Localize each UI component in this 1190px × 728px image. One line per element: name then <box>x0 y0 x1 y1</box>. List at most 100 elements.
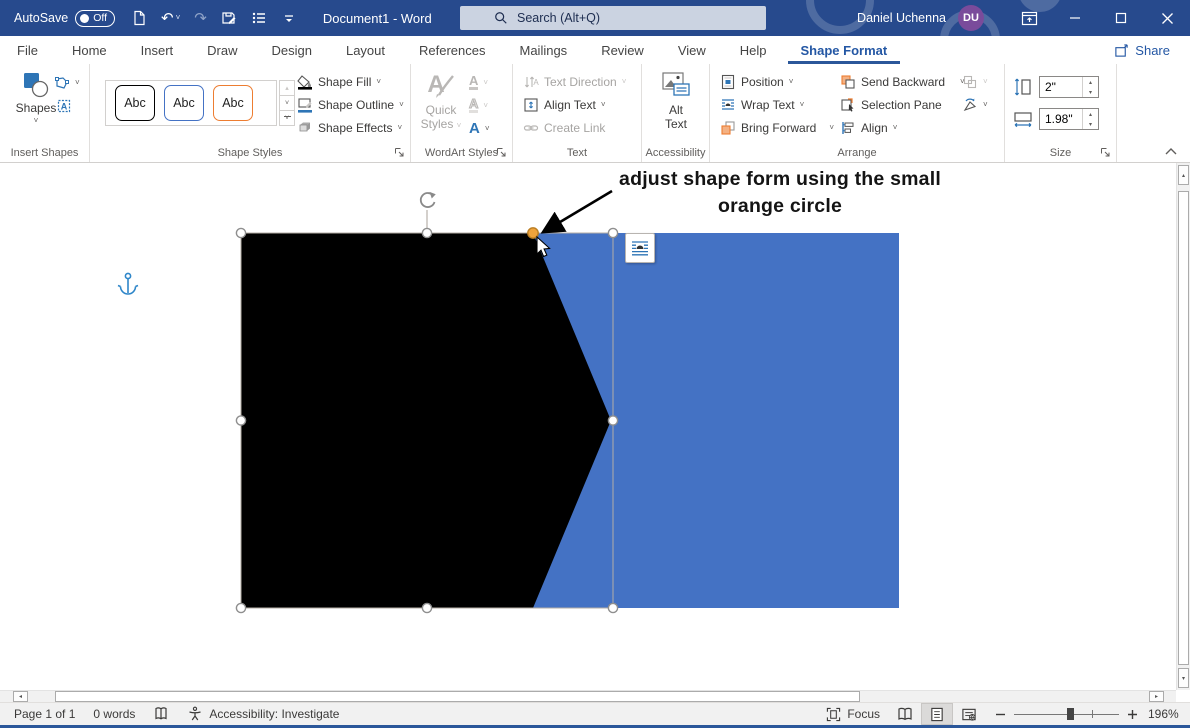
word-count[interactable]: 0 words <box>84 703 144 725</box>
gallery-up-button[interactable]: ▴ <box>279 80 295 96</box>
focus-button[interactable]: Focus <box>817 703 889 725</box>
maximize-button[interactable] <box>1098 0 1144 36</box>
edit-shape-button[interactable]: ˅ <box>54 71 80 94</box>
document-canvas[interactable]: adjust shape form using the small orange… <box>0 163 1176 690</box>
bullet-list-button[interactable] <box>251 10 267 26</box>
layout-options-button[interactable] <box>625 233 655 263</box>
autosave-toggle[interactable]: AutoSave Off <box>14 10 115 27</box>
avatar[interactable]: DU <box>958 5 984 31</box>
tab-draw[interactable]: Draw <box>194 36 250 64</box>
shape-effects-button[interactable]: Shape Effects ˅ <box>297 116 402 139</box>
scroll-up-button[interactable]: ▴ <box>1178 165 1189 185</box>
share-button[interactable]: Share <box>1114 39 1170 62</box>
selection-pane-button[interactable]: Selection Pane <box>840 93 942 116</box>
web-layout-button[interactable] <box>953 703 985 725</box>
tab-design[interactable]: Design <box>259 36 325 64</box>
tab-view[interactable]: View <box>665 36 719 64</box>
shape-style-preset-black[interactable]: Abc <box>115 85 155 121</box>
handle-top-right[interactable] <box>608 228 617 237</box>
accessibility-status[interactable]: Accessibility: Investigate <box>178 703 348 725</box>
gallery-more-button[interactable]: ˅ <box>279 111 295 126</box>
gallery-down-button[interactable]: ˅ <box>279 96 295 111</box>
shape-height-input[interactable] <box>1040 77 1082 97</box>
wordart-dialog-launcher[interactable] <box>496 147 508 159</box>
shapes-button[interactable]: Shapes ˅ <box>12 72 60 125</box>
tab-shape-format[interactable]: Shape Format <box>788 36 901 64</box>
ribbon-display-options-button[interactable] <box>1006 0 1052 36</box>
align-text-button[interactable]: Align Text ˅ <box>523 93 605 116</box>
wrap-text-button[interactable]: Wrap Text ˅ <box>720 93 804 116</box>
zoom-slider[interactable] <box>1014 707 1119 721</box>
zoom-percentage[interactable]: 196% <box>1148 707 1190 721</box>
shape-style-preset-orange[interactable]: Abc <box>213 85 253 121</box>
shape-styles-dialog-launcher[interactable] <box>394 147 406 159</box>
shape-width-input[interactable] <box>1040 109 1082 129</box>
text-effects-button[interactable]: A ˅ <box>469 117 490 140</box>
redo-button[interactable]: ↷ <box>194 11 207 26</box>
text-direction-button[interactable]: A Text Direction ˅ <box>523 70 626 93</box>
tab-review[interactable]: Review <box>588 36 657 64</box>
black-pentagon-shape[interactable] <box>241 233 611 608</box>
horizontal-scroll-thumb[interactable] <box>55 691 860 702</box>
rotate-handle[interactable] <box>421 192 436 207</box>
autosave-pill[interactable]: Off <box>75 10 115 27</box>
shape-style-preset-blue[interactable]: Abc <box>164 85 204 121</box>
zoom-in-button[interactable] <box>1127 709 1138 720</box>
position-button[interactable]: Position ˅ <box>720 70 793 93</box>
tab-references[interactable]: References <box>406 36 498 64</box>
page-indicator[interactable]: Page 1 of 1 <box>0 703 84 725</box>
handle-bottom-middle[interactable] <box>422 603 431 612</box>
handle-bottom-right[interactable] <box>608 603 617 612</box>
proofing-button[interactable] <box>144 703 178 725</box>
collapse-ribbon-button[interactable] <box>1162 144 1180 158</box>
read-mode-button[interactable] <box>889 703 921 725</box>
tab-file[interactable]: File <box>4 36 51 64</box>
save-button[interactable] <box>221 10 237 26</box>
height-down-button[interactable]: ▾ <box>1083 87 1098 97</box>
rotate-button[interactable]: ˅ <box>962 93 988 116</box>
quick-styles-button[interactable]: A Quick Styles ˅ <box>417 70 465 131</box>
width-up-button[interactable]: ▴ <box>1083 109 1098 119</box>
bring-forward-button[interactable]: Bring Forward ˅ <box>720 116 832 139</box>
tab-help[interactable]: Help <box>727 36 780 64</box>
close-button[interactable] <box>1144 0 1190 36</box>
scroll-right-button[interactable]: ▸ <box>1149 691 1164 702</box>
create-link-button[interactable]: Create Link <box>523 116 605 139</box>
zoom-slider-thumb[interactable] <box>1067 708 1074 720</box>
shape-outline-button[interactable]: Shape Outline ˅ <box>297 93 404 116</box>
tab-mailings[interactable]: Mailings <box>507 36 581 64</box>
size-dialog-launcher[interactable] <box>1100 147 1112 159</box>
scroll-left-button[interactable]: ◂ <box>13 691 28 702</box>
scroll-down-button[interactable]: ▾ <box>1178 668 1189 688</box>
text-box-button[interactable]: A <box>56 94 72 117</box>
tab-home[interactable]: Home <box>59 36 120 64</box>
handle-top-middle[interactable] <box>422 228 431 237</box>
search-input[interactable]: Search (Alt+Q) <box>460 6 766 30</box>
group-objects-button[interactable]: ˅ <box>962 70 988 93</box>
undo-button[interactable]: ↶ ˅ <box>161 11 180 26</box>
vertical-scrollbar[interactable]: ▴ ▾ <box>1176 163 1190 690</box>
horizontal-scrollbar[interactable]: ◂ ▸ <box>0 690 1176 702</box>
align-button[interactable]: Align ˅ <box>840 116 897 139</box>
send-backward-button[interactable]: Send Backward ˅ <box>840 70 965 93</box>
text-fill-button[interactable]: A ˅ <box>469 71 488 94</box>
bring-forward-chevron[interactable]: ˅ <box>829 124 834 132</box>
handle-middle-right[interactable] <box>608 416 617 425</box>
minimize-button[interactable] <box>1052 0 1098 36</box>
customize-qat-button[interactable] <box>281 10 297 26</box>
width-down-button[interactable]: ▾ <box>1083 119 1098 129</box>
text-outline-button[interactable]: A ˅ <box>469 94 488 117</box>
undo-dropdown-icon[interactable]: ˅ <box>176 14 181 22</box>
height-up-button[interactable]: ▴ <box>1083 77 1098 87</box>
handle-bottom-left[interactable] <box>236 603 245 612</box>
alt-text-button[interactable]: AltText <box>652 70 700 131</box>
vertical-scroll-thumb[interactable] <box>1178 191 1189 665</box>
handle-middle-left[interactable] <box>236 416 245 425</box>
tab-layout[interactable]: Layout <box>333 36 398 64</box>
print-layout-button[interactable] <box>921 703 953 725</box>
tab-insert[interactable]: Insert <box>128 36 187 64</box>
zoom-out-button[interactable] <box>995 709 1006 720</box>
shape-fill-button[interactable]: Shape Fill ˅ <box>297 70 381 93</box>
handle-top-left[interactable] <box>236 228 245 237</box>
new-document-button[interactable] <box>131 10 147 26</box>
